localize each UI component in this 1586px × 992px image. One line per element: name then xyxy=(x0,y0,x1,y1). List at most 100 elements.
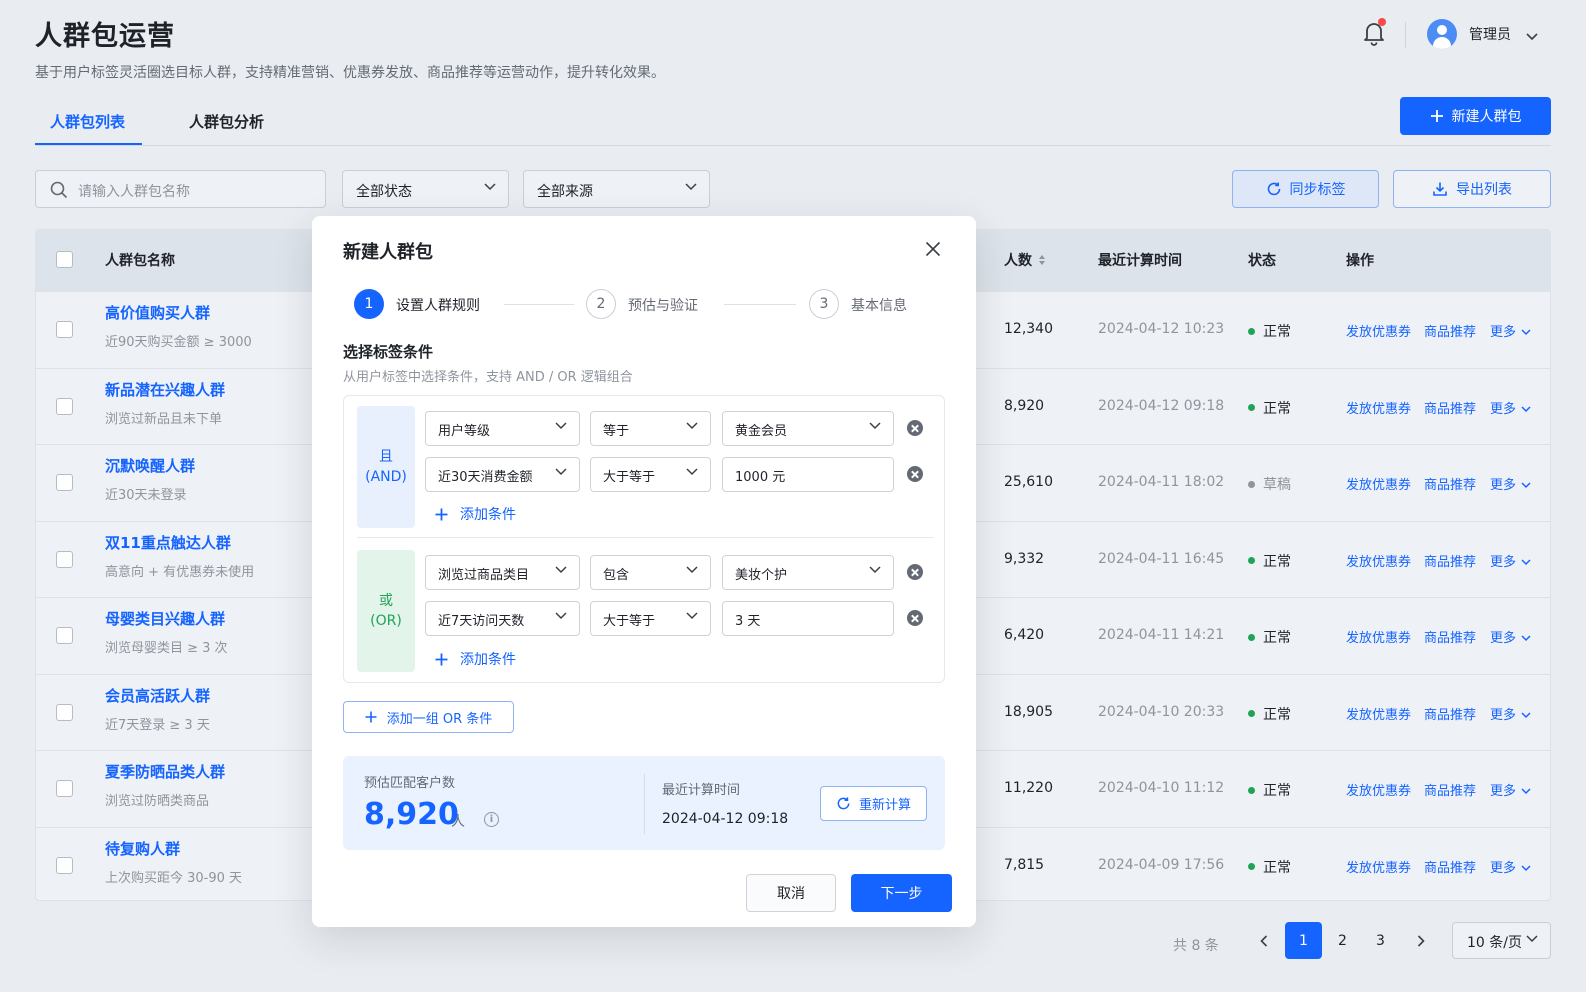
issue-coupon-link[interactable]: 发放优惠券 xyxy=(1346,398,1411,417)
issue-coupon-link[interactable]: 发放优惠券 xyxy=(1346,780,1411,799)
export-list-button[interactable]: 导出列表 xyxy=(1393,170,1551,208)
more-actions-dropdown[interactable]: 更多 xyxy=(1490,321,1531,340)
condition-value-select[interactable]: 黄金会员 xyxy=(722,411,894,446)
more-actions-dropdown[interactable]: 更多 xyxy=(1490,780,1531,799)
crowd-count: 8,920 xyxy=(1004,397,1045,414)
new-crowd-button-label: 新建人群包 xyxy=(1451,109,1522,125)
last-calc-time: 2024-04-12 10:23 xyxy=(1098,321,1225,338)
row-checkbox[interactable] xyxy=(56,703,73,721)
last-calc-time: 2024-04-11 18:02 xyxy=(1098,474,1225,491)
recommend-products-link[interactable]: 商品推荐 xyxy=(1424,321,1476,340)
step-connector xyxy=(504,304,574,305)
issue-coupon-link[interactable]: 发放优惠券 xyxy=(1346,857,1411,876)
row-checkbox[interactable] xyxy=(56,321,73,339)
page-size-select[interactable]: 10 条/页 xyxy=(1452,922,1551,959)
select-all-checkbox[interactable] xyxy=(56,251,73,268)
crowd-name-link[interactable]: 待复购人群 xyxy=(105,838,180,859)
crowd-name-link[interactable]: 会员高活跃人群 xyxy=(105,685,210,706)
row-checkbox[interactable] xyxy=(56,780,73,798)
condition-operator-select[interactable]: 大于等于 xyxy=(590,601,711,636)
row-checkbox[interactable] xyxy=(56,550,73,568)
condition-field-select[interactable]: 近30天消费金额 xyxy=(425,457,580,492)
chevron-down-icon[interactable] xyxy=(1526,26,1538,45)
row-checkbox[interactable] xyxy=(56,474,73,492)
recommend-products-link[interactable]: 商品推荐 xyxy=(1424,474,1476,493)
condition-value-input[interactable]: 3 天 xyxy=(722,601,894,636)
recommend-products-link[interactable]: 商品推荐 xyxy=(1424,857,1476,876)
user-name[interactable]: 管理员 xyxy=(1469,24,1511,44)
page-1-button[interactable]: 1 xyxy=(1285,922,1322,959)
new-crowd-button[interactable]: 新建人群包 xyxy=(1400,97,1551,135)
status-select[interactable]: 全部状态 xyxy=(342,170,509,208)
close-icon[interactable] xyxy=(925,241,941,261)
issue-coupon-link[interactable]: 发放优惠券 xyxy=(1346,627,1411,646)
issue-coupon-link[interactable]: 发放优惠券 xyxy=(1346,704,1411,723)
condition-operator-select[interactable]: 大于等于 xyxy=(590,457,711,492)
next-page-button[interactable] xyxy=(1402,922,1439,959)
or-group-tag-line1: 或 xyxy=(379,593,393,609)
tab-crowd-list[interactable]: 人群包列表 xyxy=(50,111,125,132)
more-actions-dropdown[interactable]: 更多 xyxy=(1490,398,1531,417)
header-count[interactable]: 人数 xyxy=(1004,250,1046,270)
row-checkbox[interactable] xyxy=(56,856,73,874)
group-divider xyxy=(357,537,934,538)
remove-condition-icon[interactable] xyxy=(907,610,923,626)
or-group-tag[interactable]: 或 (OR) xyxy=(357,550,415,672)
chevron-down-icon xyxy=(869,422,881,430)
crowd-name-link[interactable]: 双11重点触达人群 xyxy=(105,532,231,553)
issue-coupon-link[interactable]: 发放优惠券 xyxy=(1346,321,1411,340)
and-group-tag[interactable]: 且 (AND) xyxy=(357,406,415,528)
more-actions-dropdown[interactable]: 更多 xyxy=(1490,474,1531,493)
condition-field-select[interactable]: 用户等级 xyxy=(425,411,580,446)
remove-condition-icon[interactable] xyxy=(907,466,923,482)
condition-value-select[interactable]: 美妆个护 xyxy=(722,555,894,590)
more-actions-dropdown[interactable]: 更多 xyxy=(1490,704,1531,723)
recommend-products-link[interactable]: 商品推荐 xyxy=(1424,780,1476,799)
condition-value-input[interactable]: 1000 元 xyxy=(722,457,894,492)
recommend-products-link[interactable]: 商品推荐 xyxy=(1424,551,1476,570)
more-actions-dropdown[interactable]: 更多 xyxy=(1490,551,1531,570)
add-or-group-button[interactable]: 添加一组 OR 条件 xyxy=(343,701,514,733)
condition-operator-select[interactable]: 包含 xyxy=(590,555,711,590)
recommend-products-link[interactable]: 商品推荐 xyxy=(1424,627,1476,646)
page-2-button[interactable]: 2 xyxy=(1324,922,1361,959)
estimate-label: 预估匹配客户数 xyxy=(364,776,456,791)
more-actions-dropdown[interactable]: 更多 xyxy=(1490,627,1531,646)
search-input[interactable]: 请输入人群包名称 xyxy=(35,170,326,208)
page-3-button[interactable]: 3 xyxy=(1362,922,1399,959)
crowd-description: 上次购买距今 30-90 天 xyxy=(105,870,243,886)
crowd-name-link[interactable]: 母婴类目兴趣人群 xyxy=(105,608,225,629)
next-step-button[interactable]: 下一步 xyxy=(851,874,952,912)
tab-crowd-analysis[interactable]: 人群包分析 xyxy=(189,111,264,132)
remove-condition-icon[interactable] xyxy=(907,564,923,580)
status-text: 正常 xyxy=(1263,859,1291,876)
last-calc-time-value: 2024-04-12 09:18 xyxy=(662,811,789,827)
sync-tags-button[interactable]: 同步标签 xyxy=(1232,170,1379,208)
condition-field-select[interactable]: 浏览过商品类目 xyxy=(425,555,580,590)
row-checkbox[interactable] xyxy=(56,397,73,415)
add-condition-button[interactable]: 添加条件 xyxy=(435,504,516,524)
issue-coupon-link[interactable]: 发放优惠券 xyxy=(1346,551,1411,570)
add-condition-button[interactable]: 添加条件 xyxy=(435,649,516,669)
avatar[interactable] xyxy=(1427,19,1457,49)
refresh-icon xyxy=(1267,182,1280,196)
row-checkbox[interactable] xyxy=(56,627,73,645)
add-condition-label: 添加条件 xyxy=(460,507,516,523)
source-select[interactable]: 全部来源 xyxy=(523,170,710,208)
condition-field-select[interactable]: 近7天访问天数 xyxy=(425,601,580,636)
condition-operator-select[interactable]: 等于 xyxy=(590,411,711,446)
issue-coupon-link[interactable]: 发放优惠券 xyxy=(1346,474,1411,493)
recommend-products-link[interactable]: 商品推荐 xyxy=(1424,704,1476,723)
crowd-name-link[interactable]: 新品潜在兴趣人群 xyxy=(105,379,225,400)
crowd-name-link[interactable]: 沉默唤醒人群 xyxy=(105,455,195,476)
recommend-products-link[interactable]: 商品推荐 xyxy=(1424,398,1476,417)
recalculate-button[interactable]: 重新计算 xyxy=(820,786,927,821)
crowd-name-link[interactable]: 高价值购买人群 xyxy=(105,302,210,323)
remove-condition-icon[interactable] xyxy=(907,420,923,436)
info-icon[interactable]: i xyxy=(484,812,499,827)
cancel-button[interactable]: 取消 xyxy=(746,874,836,912)
crowd-name-link[interactable]: 夏季防晒品类人群 xyxy=(105,761,225,782)
prev-page-button[interactable] xyxy=(1245,922,1282,959)
crowd-description: 浏览母婴类目 ≥ 3 次 xyxy=(105,641,228,657)
more-actions-dropdown[interactable]: 更多 xyxy=(1490,857,1531,876)
